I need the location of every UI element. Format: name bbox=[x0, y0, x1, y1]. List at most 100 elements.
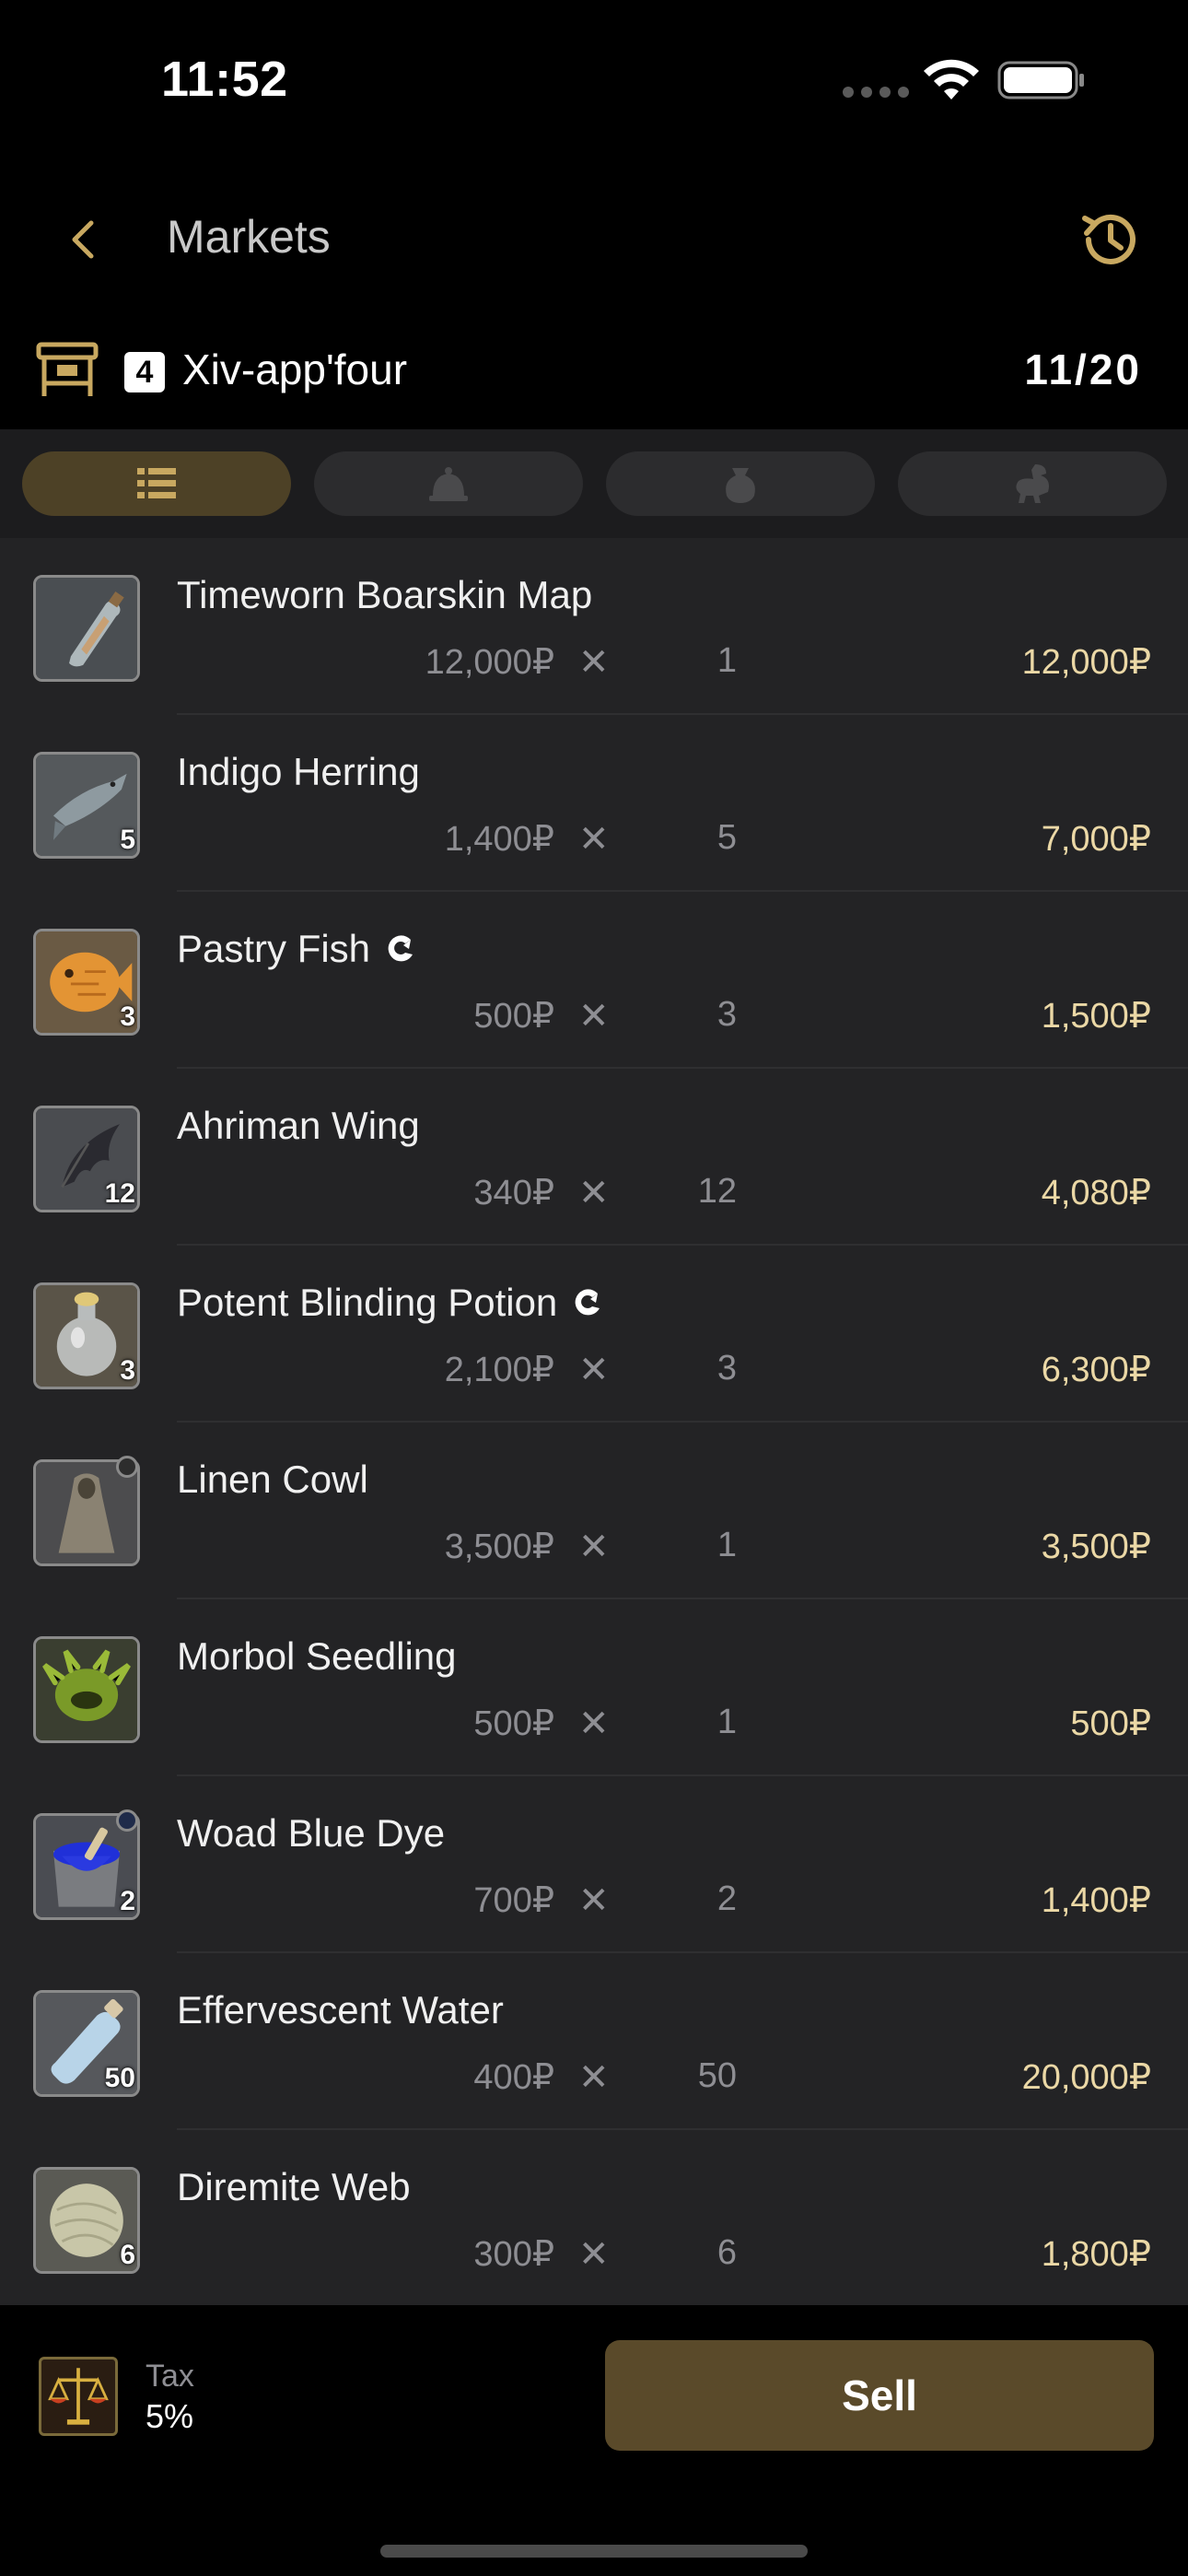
quantity: 1 bbox=[716, 1526, 737, 1564]
total-price: 3,500₽ bbox=[1041, 1528, 1151, 1566]
tab-bell[interactable] bbox=[314, 451, 583, 516]
retainer-icon bbox=[36, 342, 99, 396]
quantity: 12 bbox=[697, 1172, 737, 1211]
tab-bar bbox=[0, 429, 1188, 538]
page-title: Markets bbox=[167, 211, 331, 263]
list-item[interactable]: 50 Effervescent Water 400₽ ✕ 50 20,000₽ bbox=[0, 1953, 1188, 2130]
bottom-bar: Tax 5% Sell bbox=[0, 2305, 1188, 2576]
multiply-icon: ✕ bbox=[578, 1704, 610, 1744]
list-item[interactable]: 5 Indigo Herring 1,400₽ ✕ 5 7,000₽ bbox=[0, 715, 1188, 892]
total-price: 1,500₽ bbox=[1041, 997, 1151, 1036]
multiply-icon: ✕ bbox=[578, 2057, 610, 2098]
item-name: Effervescent Water bbox=[177, 1988, 504, 2032]
list-item[interactable]: Morbol Seedling 500₽ ✕ 1 500₽ bbox=[0, 1599, 1188, 1776]
tax-label: Tax bbox=[146, 2359, 194, 2394]
total-price: 1,800₽ bbox=[1041, 2235, 1151, 2274]
total-price: 4,080₽ bbox=[1041, 1174, 1151, 1212]
item-name: Morbol Seedling bbox=[177, 1634, 457, 1678]
sell-button[interactable]: Sell bbox=[605, 2340, 1154, 2451]
quantity: 1 bbox=[716, 641, 737, 680]
quantity: 3 bbox=[716, 995, 737, 1034]
total-price: 12,000₽ bbox=[1021, 643, 1151, 682]
chevron-left-icon bbox=[72, 220, 94, 259]
hq-icon bbox=[388, 935, 413, 962]
total-price: 500₽ bbox=[1070, 1704, 1151, 1743]
item-name: Timeworn Boarskin Map bbox=[177, 573, 593, 616]
total-price: 7,000₽ bbox=[1041, 820, 1151, 859]
tax-value: 5% bbox=[146, 2397, 194, 2435]
list-item[interactable]: 3 Pastry Fish 500₽ ✕ 3 1,500₽ bbox=[0, 892, 1188, 1069]
quantity: 6 bbox=[716, 2233, 737, 2272]
scales-icon bbox=[39, 2357, 118, 2436]
history-icon[interactable] bbox=[1077, 207, 1142, 272]
status-dot bbox=[116, 1456, 138, 1478]
item-name: Diremite Web bbox=[177, 2165, 411, 2208]
list-item[interactable]: 6 Diremite Web 300₽ ✕ 6 1,800₽ bbox=[0, 2130, 1188, 2305]
stack-count: 3 bbox=[120, 1001, 135, 1032]
unit-price: 400₽ bbox=[473, 2058, 554, 2097]
bell-icon bbox=[429, 467, 468, 501]
unit-price: 3,500₽ bbox=[444, 1528, 554, 1566]
listing-list: Timeworn Boarskin Map 12,000₽ ✕ 1 12,000… bbox=[0, 538, 1188, 2305]
quantity: 50 bbox=[697, 2056, 737, 2095]
total-price: 20,000₽ bbox=[1021, 2058, 1151, 2097]
wing-icon: 12 bbox=[33, 1106, 140, 1212]
total-price: 6,300₽ bbox=[1041, 1351, 1151, 1389]
tab-bag[interactable] bbox=[606, 451, 875, 516]
unit-price: 300₽ bbox=[473, 2235, 554, 2274]
quantity: 3 bbox=[716, 1349, 737, 1388]
unit-price: 1,400₽ bbox=[444, 820, 554, 859]
retainer-number-badge: 4 bbox=[124, 352, 165, 392]
stack-count: 50 bbox=[104, 2063, 135, 2093]
multiply-icon: ✕ bbox=[578, 819, 610, 860]
chocobo-icon bbox=[1016, 464, 1049, 503]
multiply-icon: ✕ bbox=[578, 2234, 610, 2275]
list-item[interactable]: Timeworn Boarskin Map 12,000₽ ✕ 1 12,000… bbox=[0, 538, 1188, 715]
quantity: 5 bbox=[716, 818, 737, 857]
tab-listings[interactable] bbox=[22, 451, 291, 516]
multiply-icon: ✕ bbox=[578, 1350, 610, 1390]
unit-price: 700₽ bbox=[473, 1881, 554, 1920]
item-name: Woad Blue Dye bbox=[177, 1811, 446, 1855]
stack-count: 12 bbox=[104, 1178, 135, 1209]
signal-icon bbox=[843, 87, 909, 98]
bottle-map-icon bbox=[33, 575, 140, 682]
home-indicator bbox=[380, 2545, 808, 2558]
status-bar: 11:52 bbox=[0, 0, 1188, 157]
fish-icon: 5 bbox=[33, 752, 140, 859]
list-item[interactable]: 2 Woad Blue Dye 700₽ ✕ 2 1,400₽ bbox=[0, 1776, 1188, 1953]
tab-chocobo[interactable] bbox=[898, 451, 1167, 516]
potion-icon: 3 bbox=[33, 1282, 140, 1389]
quantity: 1 bbox=[716, 1703, 737, 1741]
stack-count: 6 bbox=[120, 2240, 135, 2270]
stack-count: 5 bbox=[120, 825, 135, 855]
item-name: Ahriman Wing bbox=[177, 1104, 420, 1147]
morbol-icon bbox=[33, 1636, 140, 1743]
list-item[interactable]: 3 Potent Blinding Potion 2,100₽ ✕ 3 6,30… bbox=[0, 1246, 1188, 1423]
hq-icon bbox=[575, 1289, 600, 1316]
retainer-name[interactable]: Xiv-app'four bbox=[182, 345, 407, 394]
multiply-icon: ✕ bbox=[578, 1527, 610, 1567]
list-item[interactable]: Linen Cowl 3,500₽ ✕ 1 3,500₽ bbox=[0, 1423, 1188, 1599]
multiply-icon: ✕ bbox=[578, 1880, 610, 1921]
unit-price: 12,000₽ bbox=[425, 643, 554, 682]
unit-price: 340₽ bbox=[473, 1174, 554, 1212]
status-time: 11:52 bbox=[161, 52, 288, 107]
list-icon bbox=[137, 468, 176, 498]
unit-price: 500₽ bbox=[473, 1704, 554, 1743]
quantity: 2 bbox=[716, 1879, 737, 1918]
web-icon: 6 bbox=[33, 2167, 140, 2274]
back-button[interactable] bbox=[55, 212, 111, 267]
multiply-icon: ✕ bbox=[578, 1173, 610, 1213]
battery-icon bbox=[997, 61, 1084, 100]
pastry-fish-icon: 3 bbox=[33, 929, 140, 1036]
list-item[interactable]: 12 Ahriman Wing 340₽ ✕ 12 4,080₽ bbox=[0, 1069, 1188, 1246]
stack-count: 3 bbox=[120, 1355, 135, 1386]
item-name: Indigo Herring bbox=[177, 750, 420, 793]
nav-bar: Markets bbox=[0, 184, 1188, 295]
item-name: Linen Cowl bbox=[177, 1458, 368, 1501]
total-price: 1,400₽ bbox=[1041, 1881, 1151, 1920]
water-bottle-icon: 50 bbox=[33, 1990, 140, 2097]
stack-count: 2 bbox=[120, 1886, 135, 1916]
item-name: Pastry Fish bbox=[177, 927, 416, 971]
